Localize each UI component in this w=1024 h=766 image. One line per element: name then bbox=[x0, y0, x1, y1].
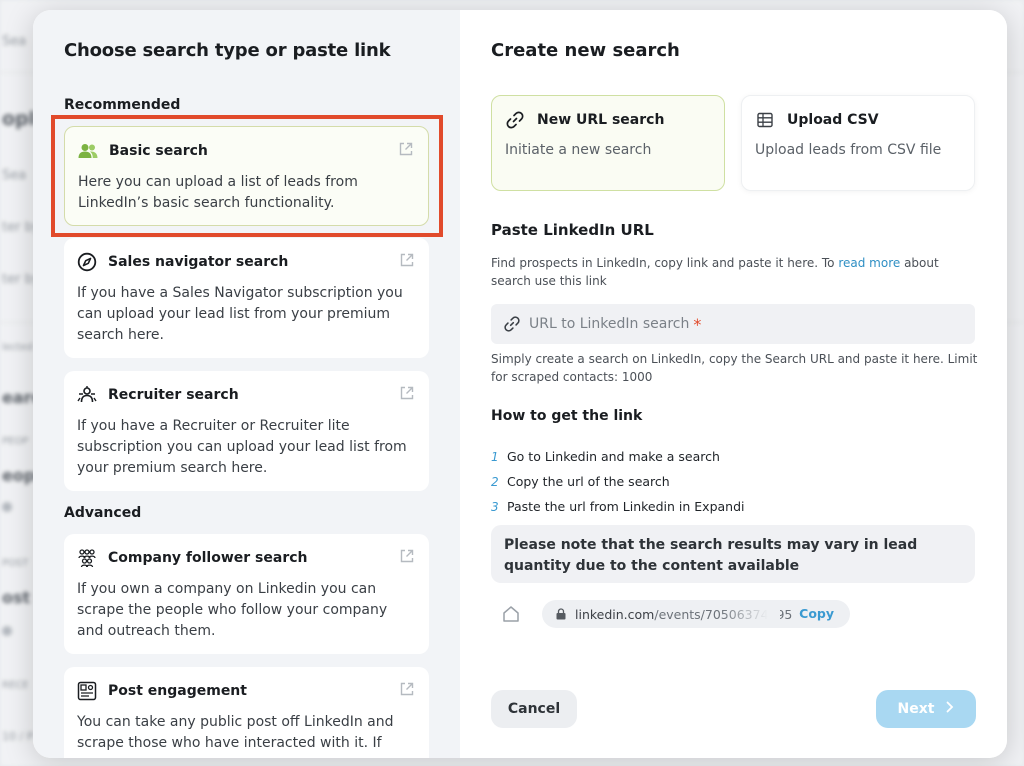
create-search-panel: Create new search New URL search Initiat… bbox=[460, 10, 1007, 758]
step-number: 3 bbox=[491, 499, 499, 514]
chevron-right-icon bbox=[946, 701, 954, 717]
option-title: New URL search bbox=[537, 112, 665, 128]
limit-text: Simply create a search on LinkedIn, copy… bbox=[491, 352, 978, 384]
step-number: 1 bbox=[491, 449, 499, 464]
url-placeholder: URL to LinkedIn search bbox=[529, 316, 690, 332]
paste-url-title: Paste LinkedIn URL bbox=[491, 221, 654, 239]
card-title: Company follower search bbox=[108, 550, 308, 566]
create-search-modal: Choose search type or paste link Recomme… bbox=[33, 10, 1007, 758]
bg-fragment: lected bbox=[2, 342, 33, 353]
option-description: Initiate a new search bbox=[505, 142, 652, 158]
bg-dot bbox=[2, 502, 12, 512]
address-fade bbox=[720, 600, 780, 628]
address-domain: linkedin.com bbox=[575, 606, 655, 622]
linkedin-url-input[interactable]: URL to LinkedIn search * bbox=[491, 304, 975, 344]
option-description: Upload leads from CSV file bbox=[755, 142, 942, 158]
list-item: 1 Go to Linkedin and make a search bbox=[491, 444, 745, 469]
option-new-url-search[interactable]: New URL search Initiate a new search bbox=[491, 95, 725, 191]
external-link-icon[interactable] bbox=[399, 548, 415, 564]
lock-icon bbox=[556, 608, 566, 620]
card-basic-search[interactable]: Basic search Here you can upload a list … bbox=[64, 126, 429, 226]
step-text: Go to Linkedin and make a search bbox=[507, 449, 720, 464]
list-item: 3 Paste the url from Linkedin in Expandi bbox=[491, 494, 745, 519]
help-text: Find prospects in LinkedIn, copy link an… bbox=[491, 256, 839, 270]
cancel-button[interactable]: Cancel bbox=[491, 690, 577, 728]
results-note: Please note that the search results may … bbox=[491, 525, 975, 583]
external-link-icon[interactable] bbox=[399, 385, 415, 401]
required-mark: * bbox=[693, 314, 702, 334]
step-text: Copy the url of the search bbox=[507, 474, 670, 489]
card-description: If you have a Sales Navigator subscripti… bbox=[77, 285, 403, 343]
card-sales-navigator-search[interactable]: Sales navigator search If you have a Sal… bbox=[64, 238, 429, 358]
paste-url-help: Find prospects in LinkedIn, copy link an… bbox=[491, 254, 981, 290]
bg-fragment: POST bbox=[2, 558, 29, 569]
card-title: Post engagement bbox=[108, 683, 247, 699]
bg-dot bbox=[2, 626, 12, 636]
howto-steps: 1 Go to Linkedin and make a search 2 Cop… bbox=[491, 444, 745, 519]
users-icon bbox=[78, 141, 98, 161]
bg-fragment: Sea bbox=[2, 168, 27, 183]
search-type-panel: Choose search type or paste link Recomme… bbox=[33, 10, 460, 758]
link-icon bbox=[503, 314, 521, 334]
table-icon bbox=[755, 110, 775, 130]
card-description: If you have a Recruiter or Recruiter lit… bbox=[77, 418, 407, 476]
bg-fragment: PEOP bbox=[2, 436, 29, 447]
section-advanced: Advanced bbox=[64, 505, 142, 521]
create-search-title: Create new search bbox=[491, 40, 680, 61]
address-bar: linkedin.com/events/70506374295 Copy bbox=[542, 600, 850, 628]
recruiter-icon bbox=[77, 385, 97, 405]
list-item: 2 Copy the url of the search bbox=[491, 469, 745, 494]
option-title: Upload CSV bbox=[787, 112, 879, 128]
next-button[interactable]: Next bbox=[876, 690, 976, 728]
step-number: 2 bbox=[491, 474, 499, 489]
read-more-link[interactable]: read more bbox=[838, 256, 900, 270]
group-icon bbox=[77, 548, 97, 568]
bg-fragment: 10 / P bbox=[2, 730, 34, 743]
card-post-engagement[interactable]: Post engagement You can take any public … bbox=[64, 667, 429, 758]
step-text: Paste the url from Linkedin in Expandi bbox=[507, 499, 745, 514]
card-title: Sales navigator search bbox=[108, 254, 289, 270]
card-description: Here you can upload a list of leads from… bbox=[78, 174, 358, 211]
external-link-icon[interactable] bbox=[398, 141, 414, 157]
card-title: Basic search bbox=[109, 143, 208, 159]
howto-title: How to get the link bbox=[491, 408, 643, 424]
post-icon bbox=[77, 681, 97, 701]
copy-button[interactable]: Copy bbox=[799, 606, 834, 621]
bg-fragment: Sea bbox=[2, 34, 27, 49]
card-description: You can take any public post off LinkedI… bbox=[77, 714, 394, 758]
section-recommended: Recommended bbox=[64, 97, 181, 113]
external-link-icon[interactable] bbox=[399, 681, 415, 697]
option-upload-csv[interactable]: Upload CSV Upload leads from CSV file bbox=[741, 95, 975, 191]
external-link-icon[interactable] bbox=[399, 252, 415, 268]
card-title: Recruiter search bbox=[108, 387, 239, 403]
home-icon bbox=[503, 606, 519, 622]
card-recruiter-search[interactable]: Recruiter search If you have a Recruiter… bbox=[64, 371, 429, 491]
panel-title: Choose search type or paste link bbox=[64, 40, 391, 61]
compass-icon bbox=[77, 252, 97, 272]
next-label: Next bbox=[897, 701, 935, 717]
browser-url-example: linkedin.com/events/70506374295 Copy bbox=[500, 598, 850, 630]
card-company-follower-search[interactable]: Company follower search If you own a com… bbox=[64, 534, 429, 654]
bg-fragment: RECE bbox=[2, 680, 29, 691]
link-icon bbox=[505, 110, 525, 130]
card-description: If you own a company on Linkedin you can… bbox=[77, 581, 388, 639]
